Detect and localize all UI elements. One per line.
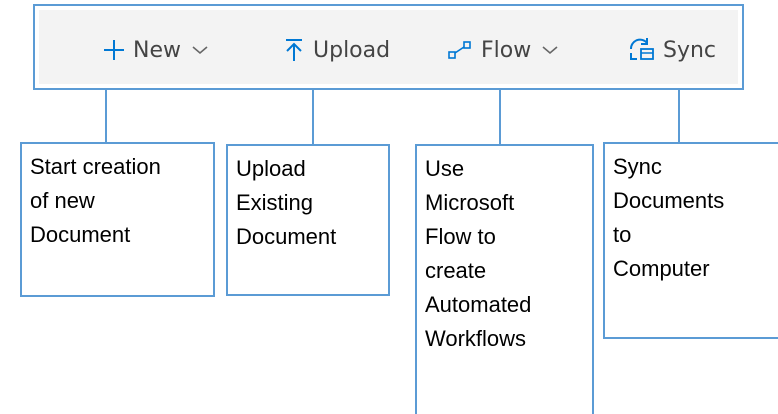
callout-flow: Use Microsoft Flow to create Automated W…	[415, 144, 594, 414]
plus-icon	[103, 39, 125, 61]
callout-sync-line: Documents	[613, 188, 725, 213]
upload-arrow-icon	[283, 38, 305, 62]
sync-button[interactable]: Sync	[627, 32, 716, 68]
callout-sync-line: to	[613, 222, 632, 247]
sync-icon	[627, 37, 655, 63]
chevron-down-icon	[541, 44, 559, 56]
chevron-down-icon	[191, 44, 209, 56]
connector-sync	[678, 90, 680, 144]
connector-flow	[499, 90, 501, 146]
flow-button-label: Flow	[481, 37, 532, 63]
callout-flow-line: Use	[425, 156, 465, 181]
callout-upload-line: Document	[236, 224, 337, 249]
callout-flow-line: Flow to	[425, 224, 496, 249]
sync-button-label: Sync	[663, 37, 717, 63]
callout-new-line: Document	[30, 222, 131, 247]
callout-flow-line: create	[425, 258, 487, 283]
upload-button[interactable]: Upload	[283, 32, 390, 68]
flow-icon	[447, 39, 473, 61]
flow-button[interactable]: Flow	[447, 32, 559, 68]
command-bar-frame: New Upload Flow Sync	[33, 4, 744, 90]
callout-flow-line: Microsoft	[425, 190, 515, 215]
callout-upload-line: Existing	[236, 190, 314, 215]
callout-new-line: of new	[30, 188, 95, 213]
callout-upload: Upload Existing Document	[226, 144, 390, 296]
callout-flow-line: Workflows	[425, 326, 527, 351]
callout-upload-line: Upload	[236, 156, 306, 181]
new-button-label: New	[133, 37, 181, 63]
connector-new	[105, 90, 107, 144]
callout-new-line: Start creation	[30, 154, 161, 179]
new-button[interactable]: New	[103, 32, 209, 68]
callout-sync-line: Computer	[613, 256, 710, 281]
callout-flow-line: Automated	[425, 292, 532, 317]
callout-new: Start creation of new Document	[20, 142, 215, 297]
upload-button-label: Upload	[313, 37, 391, 63]
callout-sync-line: Sync	[613, 154, 662, 179]
connector-upload	[312, 90, 314, 146]
callout-sync: Sync Documents to Computer	[603, 142, 778, 339]
